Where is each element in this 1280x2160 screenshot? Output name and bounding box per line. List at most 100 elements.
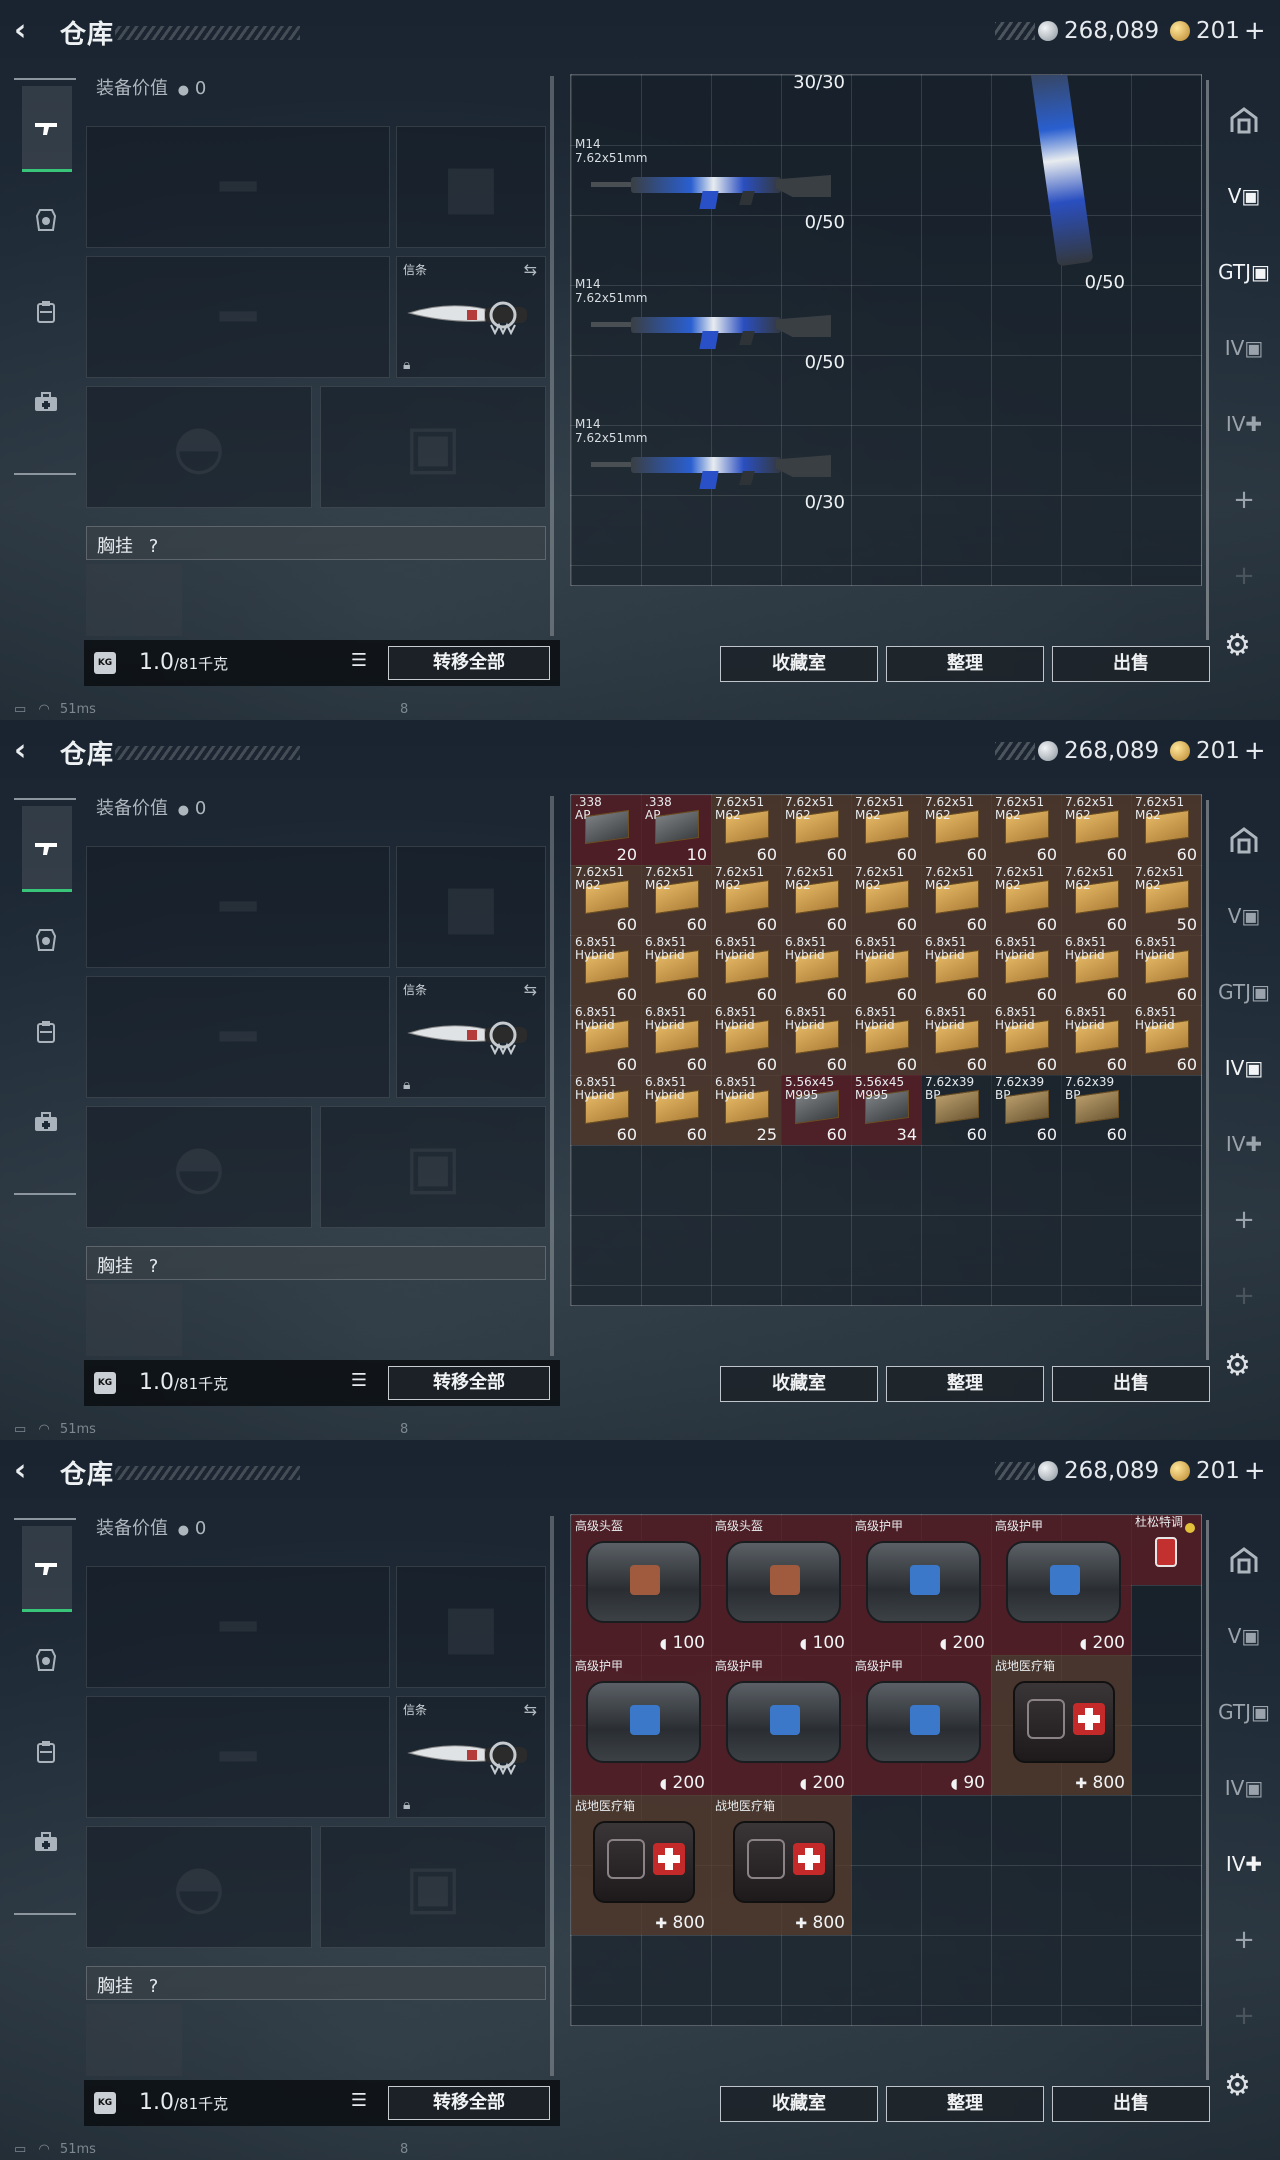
ammo-item[interactable]: 7.62x39 BP 60 <box>921 1075 991 1145</box>
weapon-tab-icon[interactable] <box>22 86 72 172</box>
armor-item[interactable]: 高级护甲 ◖ 200 <box>851 1515 991 1655</box>
medkit-tab-icon[interactable] <box>22 1818 70 1866</box>
storage-home-icon[interactable] <box>1220 818 1268 862</box>
collection-room-button[interactable]: 收藏室 <box>720 1366 878 1402</box>
ammo-item[interactable]: 5.56x45 M995 34 <box>851 1075 921 1145</box>
ammo-item[interactable]: 6.8x51 Hybrid 60 <box>991 1005 1061 1075</box>
ammo-item[interactable]: 6.8x51 Hybrid 60 <box>921 935 991 1005</box>
weapon-item[interactable]: M14 7.62x51mm 0/50 <box>571 135 851 235</box>
ammo-item[interactable]: 7.62x39 BP 60 <box>991 1075 1061 1145</box>
ammo-item[interactable]: 7.62x51 M62 60 <box>1131 795 1201 865</box>
storage-page-gtj-icon[interactable]: GTJ▣ <box>1218 1690 1270 1734</box>
medkit-item[interactable]: 战地医疗箱 ✚ 800 <box>991 1655 1131 1795</box>
ammo-item[interactable]: 6.8x51 Hybrid 60 <box>711 935 781 1005</box>
add-currency-icon[interactable]: + <box>1244 736 1266 766</box>
help-icon[interactable]: ? <box>149 536 159 557</box>
primary-weapon-slot[interactable]: ━ <box>86 1566 390 1688</box>
chest-rig-slot[interactable]: 胸挂 ? <box>86 1246 546 1280</box>
melee-slot[interactable]: 信条 ⇆ 🔒︎ <box>396 976 546 1098</box>
armor-item[interactable]: 高级护甲 ◖ 200 <box>571 1655 711 1795</box>
ammo-item[interactable]: 5.56x45 M995 60 <box>781 1075 851 1145</box>
list-view-icon[interactable]: ☰ <box>346 1370 372 1396</box>
ammo-item[interactable]: 7.62x51 M62 60 <box>781 795 851 865</box>
drink-item[interactable]: 杜松特调 <box>1131 1515 1201 1585</box>
armor-tab-icon[interactable] <box>22 916 70 964</box>
pistol-slot[interactable]: ■ <box>396 846 546 968</box>
gold-currency[interactable]: 201 + <box>1170 14 1266 48</box>
back-arrow-icon[interactable]: ‹ <box>14 14 48 48</box>
ammo-item[interactable]: 7.62x51 M62 60 <box>921 865 991 935</box>
armor-slot[interactable]: ▣ <box>320 1826 546 1948</box>
ammo-item[interactable]: 6.8x51 Hybrid 60 <box>571 1075 641 1145</box>
secondary-weapon-slot[interactable]: ━ <box>86 256 390 378</box>
help-icon[interactable]: ? <box>149 1976 159 1997</box>
settings-gear-icon[interactable]: ⚙︎ <box>1224 1348 1251 1383</box>
ammo-item[interactable]: 7.62x51 M62 60 <box>851 865 921 935</box>
sell-button[interactable]: 出售 <box>1052 646 1210 682</box>
transfer-all-button[interactable]: 转移全部 <box>388 1366 550 1400</box>
ammo-item[interactable]: 7.62x39 BP 60 <box>1061 1075 1131 1145</box>
backpack-tab-icon[interactable] <box>22 1728 70 1776</box>
storage-page-gtj-icon[interactable]: GTJ▣ <box>1218 970 1270 1014</box>
sell-button[interactable]: 出售 <box>1052 1366 1210 1402</box>
ammo-item[interactable]: 6.8x51 Hybrid 25 <box>711 1075 781 1145</box>
ammo-item[interactable]: 6.8x51 Hybrid 60 <box>571 935 641 1005</box>
ammo-item[interactable]: 6.8x51 Hybrid 60 <box>711 1005 781 1075</box>
list-view-icon[interactable]: ☰ <box>346 650 372 676</box>
storage-home-icon[interactable] <box>1220 98 1268 142</box>
melee-slot[interactable]: 信条 ⇆ 🔒︎ <box>396 1696 546 1818</box>
storage-grid[interactable]: .338 AP 20 .338 AP 10 7.62x51 M62 60 7.6… <box>570 794 1202 1306</box>
ammo-item[interactable]: 6.8x51 Hybrid 60 <box>571 1005 641 1075</box>
ammo-item[interactable]: 6.8x51 Hybrid 60 <box>781 1005 851 1075</box>
back-arrow-icon[interactable]: ‹ <box>14 1454 48 1488</box>
armor-tab-icon[interactable] <box>22 1636 70 1684</box>
ammo-item[interactable]: 7.62x51 M62 60 <box>781 865 851 935</box>
armor-slot[interactable]: ▣ <box>320 1106 546 1228</box>
armor-item[interactable]: 高级护甲 ◖ 90 <box>851 1655 991 1795</box>
ammo-item[interactable]: 6.8x51 Hybrid 60 <box>921 1005 991 1075</box>
add-currency-icon[interactable]: + <box>1244 1456 1266 1486</box>
storage-page-5-icon[interactable]: V▣ <box>1220 1614 1268 1658</box>
storage-page-5-icon[interactable]: V▣ <box>1220 174 1268 218</box>
storage-grid[interactable]: 30/30 M14 7.62x51mm 0/50 M14 7.62x51mm 0/5… <box>570 74 1202 586</box>
ammo-item[interactable]: 7.62x51 M62 60 <box>921 795 991 865</box>
ammo-item[interactable]: 6.8x51 Hybrid 60 <box>851 935 921 1005</box>
backpack-tab-icon[interactable] <box>22 1008 70 1056</box>
weapon-tab-icon[interactable] <box>22 806 72 892</box>
ammo-item[interactable]: 6.8x51 Hybrid 60 <box>1131 935 1201 1005</box>
ammo-item[interactable]: 7.62x51 M62 60 <box>991 865 1061 935</box>
ammo-item[interactable]: 6.8x51 Hybrid 60 <box>641 935 711 1005</box>
backpack-tab-icon[interactable] <box>22 288 70 336</box>
armor-item[interactable]: 高级护甲 ◖ 200 <box>991 1515 1131 1655</box>
armor-slot[interactable]: ▣ <box>320 386 546 508</box>
weapon-item-vertical[interactable]: 0/50 <box>991 75 1131 295</box>
ammo-item[interactable]: 7.62x51 M62 60 <box>851 795 921 865</box>
ammo-item[interactable]: 6.8x51 Hybrid 60 <box>641 1075 711 1145</box>
ammo-item[interactable]: .338 AP 10 <box>641 795 711 865</box>
ammo-item[interactable]: 6.8x51 Hybrid 60 <box>1061 1005 1131 1075</box>
gold-currency[interactable]: 201 + <box>1170 1454 1266 1488</box>
swap-icon[interactable]: ⇆ <box>524 260 537 279</box>
ammo-item[interactable]: .338 AP 20 <box>571 795 641 865</box>
gold-currency[interactable]: 201 + <box>1170 734 1266 768</box>
ammo-item[interactable]: 7.62x51 M62 60 <box>711 865 781 935</box>
medkit-tab-icon[interactable] <box>22 378 70 426</box>
ammo-item[interactable]: 7.62x51 M62 60 <box>1061 795 1131 865</box>
settings-gear-icon[interactable]: ⚙︎ <box>1224 2068 1251 2103</box>
helmet-slot[interactable]: ◓ <box>86 1106 312 1228</box>
storage-page-4-icon[interactable]: IV▣ <box>1220 1046 1268 1090</box>
ammo-item[interactable]: 6.8x51 Hybrid 60 <box>1131 1005 1201 1075</box>
transfer-all-button[interactable]: 转移全部 <box>388 2086 550 2120</box>
storage-home-icon[interactable] <box>1220 1538 1268 1582</box>
medkit-item[interactable]: 战地医疗箱 ✚ 800 <box>571 1795 711 1935</box>
weapon-item[interactable]: M14 7.62x51mm 0/30 <box>571 415 851 515</box>
collection-room-button[interactable]: 收藏室 <box>720 2086 878 2122</box>
list-view-icon[interactable]: ☰ <box>346 2090 372 2116</box>
armor-tab-icon[interactable] <box>22 196 70 244</box>
weapon-item[interactable]: M14 7.62x51mm 0/50 <box>571 275 851 375</box>
armor-item[interactable]: 高级头盔 ◖ 100 <box>571 1515 711 1655</box>
armor-item[interactable]: 高级头盔 ◖ 100 <box>711 1515 851 1655</box>
storage-page-4-plus-icon[interactable]: IV✚ <box>1220 1122 1268 1166</box>
add-currency-icon[interactable]: + <box>1244 16 1266 46</box>
sort-button[interactable]: 整理 <box>886 1366 1044 1402</box>
